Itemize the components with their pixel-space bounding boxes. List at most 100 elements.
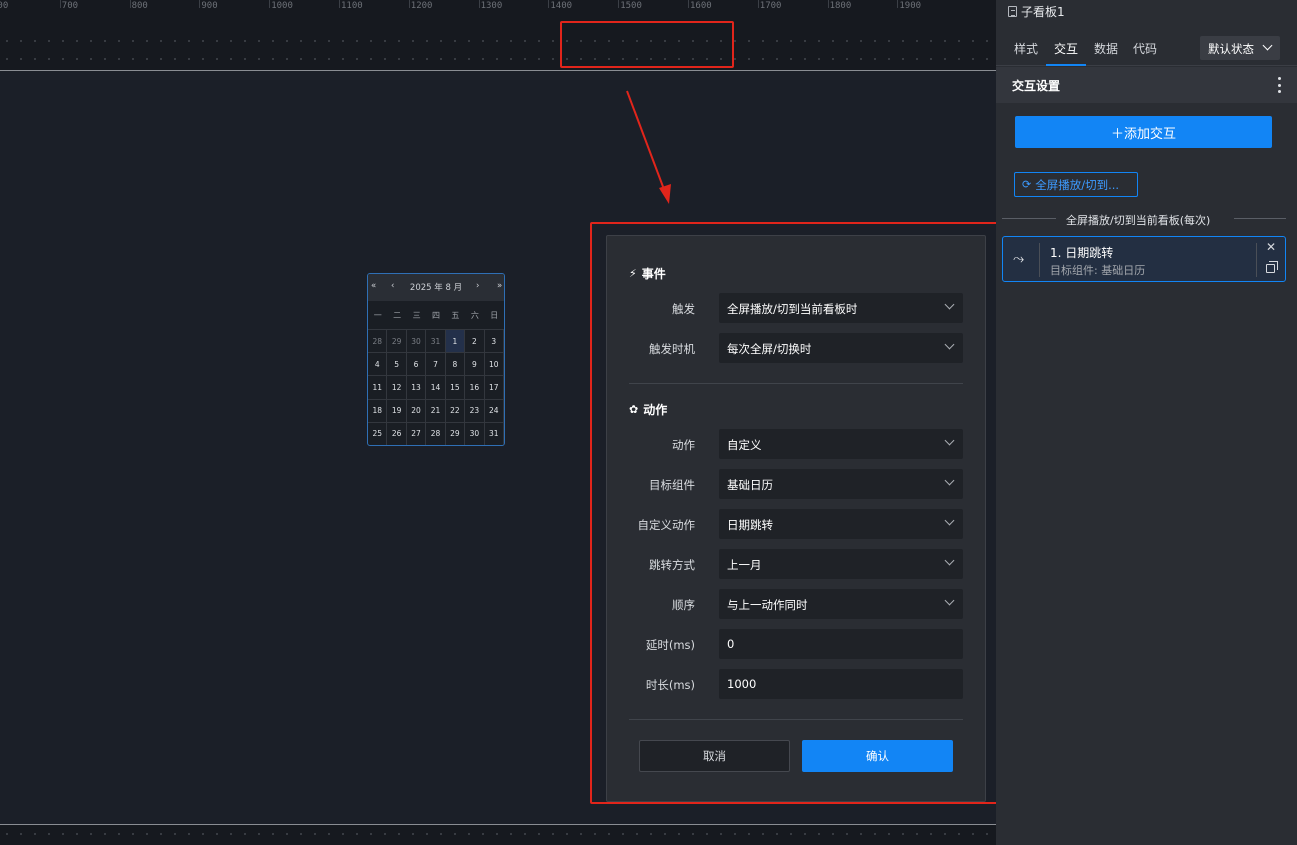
calendar-day[interactable]: 12 (387, 376, 407, 400)
ruler-dot-row (0, 40, 996, 42)
calendar-day[interactable]: 31 (484, 422, 504, 445)
interaction-dialog: ⚡ 事件 触发 全屏播放/切到当前看板时 触发时机 每次全屏/切换时 ✿ 动作 … (606, 235, 986, 802)
calendar-day[interactable]: 28 (426, 422, 446, 445)
calendar-day[interactable]: 17 (484, 376, 504, 400)
calendar-day[interactable]: 16 (465, 376, 485, 400)
tab-interaction[interactable]: 交互 (1054, 40, 1078, 57)
calendar-day[interactable]: 9 (465, 353, 485, 377)
order-select[interactable]: 与上一动作同时 (719, 589, 963, 619)
ruler-tick (129, 0, 131, 8)
ruler-tick (827, 0, 829, 8)
calendar-day[interactable]: 28 (368, 330, 388, 354)
chevron-down-icon (1262, 40, 1273, 51)
calendar-day[interactable]: 29 (387, 330, 407, 354)
close-icon[interactable]: ✕ (1266, 240, 1276, 254)
calendar-day[interactable]: 19 (387, 399, 407, 423)
ruler-tick-label: 600 (0, 1, 9, 11)
chevron-down-icon (944, 339, 955, 350)
calendar-day[interactable]: 29 (445, 422, 466, 445)
calendar-weekdays: 一 二三四 五六 日 (368, 301, 504, 330)
add-interaction-button[interactable]: ＋添加交互 (1015, 116, 1272, 148)
field-custom-action: 自定义动作 日期跳转 (607, 509, 987, 539)
calendar-day[interactable]: 27 (406, 422, 427, 445)
calendar-title: 2025 年 8 月 (409, 283, 463, 293)
calendar-day[interactable]: 30 (465, 422, 485, 445)
calendar-widget[interactable]: « ‹ 2025 年 8 月 › » 一二三四五六日 28 29 30 31 1 2 3 4 5… (367, 273, 505, 446)
trigger-select[interactable]: 全屏播放/切到当前看板时 (719, 293, 963, 323)
calendar-day[interactable]: 5 (387, 353, 407, 377)
duration-input[interactable]: 1000 (719, 669, 963, 699)
calendar-day[interactable]: 7 (426, 353, 446, 377)
tab-data[interactable]: 数据 (1094, 40, 1118, 57)
calendar-day[interactable]: 15 (445, 376, 466, 400)
state-select[interactable]: 默认状态 (1200, 36, 1280, 60)
calendar-header: « ‹ 2025 年 8 月 › » (368, 274, 504, 301)
ruler-tick-label: 1400 (550, 1, 573, 11)
custom-action-select[interactable]: 日期跳转 (719, 509, 963, 539)
calendar-day[interactable]: 14 (426, 376, 446, 400)
calendar-day[interactable]: 11 (368, 376, 388, 400)
field-target-component: 目标组件 基础日历 (607, 469, 987, 499)
ruler-tick-label: 1900 (899, 1, 922, 11)
right-panel: 子看板1 样式 交互 数据 代码 默认状态 交互设置 ＋添加交互 ⟳ 全屏播放/… (996, 0, 1297, 845)
copy-icon[interactable] (1266, 261, 1278, 273)
calendar-day[interactable]: 10 (484, 353, 504, 377)
footer-divider (629, 719, 963, 720)
ruler-tick (269, 0, 271, 8)
calendar-day[interactable]: 8 (445, 353, 466, 377)
tab-style[interactable]: 样式 (1014, 40, 1038, 57)
ruler-tick (408, 0, 410, 8)
action-item-target: 目标组件: 基础日历 (1050, 264, 1146, 277)
calendar-day[interactable]: 25 (368, 422, 388, 445)
ruler-tick-label: 900 (201, 1, 218, 11)
calendar-day[interactable]: 6 (406, 353, 427, 377)
cancel-button[interactable]: 取消 (639, 740, 790, 772)
trigger-timing-select[interactable]: 每次全屏/切换时 (719, 333, 963, 363)
tab-code[interactable]: 代码 (1133, 40, 1157, 57)
jump-mode-select[interactable]: 上一月 (719, 549, 963, 579)
canvas-bottom-strip (0, 824, 996, 845)
group-line-right (1234, 218, 1286, 219)
action-section-title: ✿ 动作 (629, 403, 668, 417)
calendar-day[interactable]: 24 (484, 399, 504, 423)
calendar-day[interactable]: 13 (406, 376, 427, 400)
ruler-tick (199, 0, 201, 8)
delay-input[interactable]: 0 (719, 629, 963, 659)
panel-title: 子看板1 (1008, 3, 1065, 20)
calendar-day[interactable]: 22 (445, 399, 466, 423)
field-order: 顺序 与上一动作同时 (607, 589, 987, 619)
confirm-button[interactable]: 确认 (802, 740, 953, 772)
calendar-day[interactable]: 4 (368, 353, 388, 377)
event-group-title: 全屏播放/切到当前看板(每次) (1002, 212, 1286, 227)
canvas-ruler: 600 700 800 900 1000 1100 1200 1300 1400 1500 1600… (0, 0, 996, 71)
target-component-select[interactable]: 基础日历 (719, 469, 963, 499)
next-year-icon[interactable]: » (497, 281, 502, 291)
calendar-day[interactable]: 20 (406, 399, 427, 423)
calendar-day[interactable]: 2 (465, 330, 485, 354)
card-separator (1256, 243, 1257, 277)
calendar-day[interactable]: 18 (368, 399, 388, 423)
group-line-left (1002, 218, 1056, 219)
action-item-card[interactable]: ⤳ 1. 日期跳转 目标组件: 基础日历 ✕ (1002, 236, 1286, 282)
ruler-tick (59, 0, 61, 8)
ruler-tick-label: 700 (61, 1, 79, 11)
field-trigger: 触发 全屏播放/切到当前看板时 (607, 293, 987, 323)
chevron-down-icon (944, 595, 955, 606)
more-vertical-icon[interactable] (1278, 77, 1281, 93)
ruler-tick-label: 1500 (620, 1, 642, 11)
calendar-day[interactable]: 30 (406, 330, 427, 354)
ruler-tick (897, 0, 899, 8)
calendar-day[interactable]: 23 (465, 399, 485, 423)
calendar-day[interactable]: 3 (484, 330, 504, 354)
calendar-day[interactable]: 26 (387, 422, 407, 445)
calendar-day[interactable]: 21 (426, 399, 446, 423)
calendar-day[interactable]: 31 (426, 330, 446, 354)
event-tag[interactable]: ⟳ 全屏播放/切到... (1014, 172, 1138, 197)
next-month-icon[interactable]: › (476, 281, 479, 291)
ruler-tick-label: 1600 (690, 1, 712, 11)
section-divider (629, 383, 963, 384)
action-select[interactable]: 自定义 (719, 429, 963, 459)
jump-arrow-icon: ⤳ (1013, 251, 1025, 267)
weekday-label: 四 (431, 310, 440, 320)
calendar-day[interactable]: 1 (445, 330, 466, 354)
